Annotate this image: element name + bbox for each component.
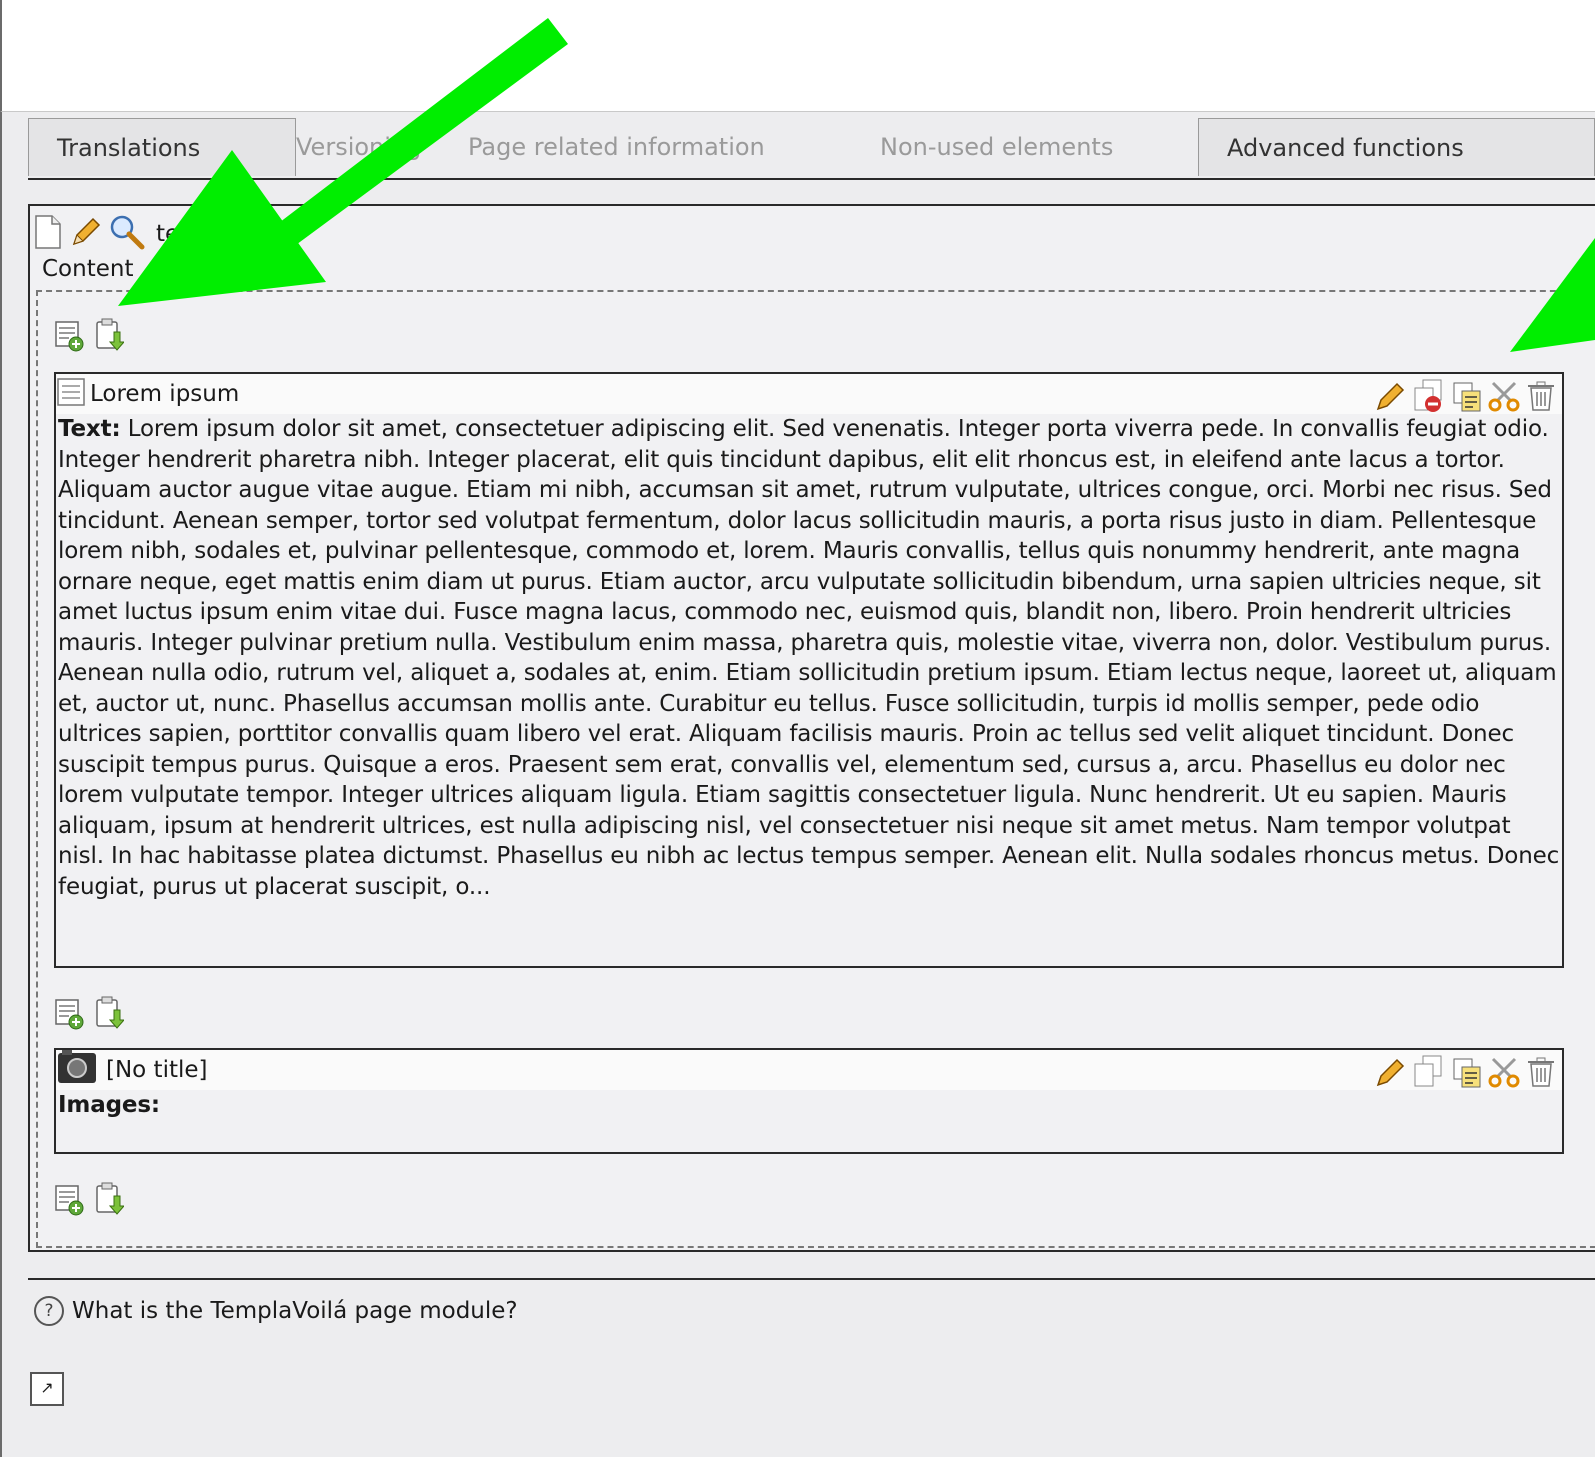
arrow-right [1510, 238, 1595, 352]
annotation-arrows [118, 18, 1595, 352]
arrow-left [118, 18, 568, 306]
